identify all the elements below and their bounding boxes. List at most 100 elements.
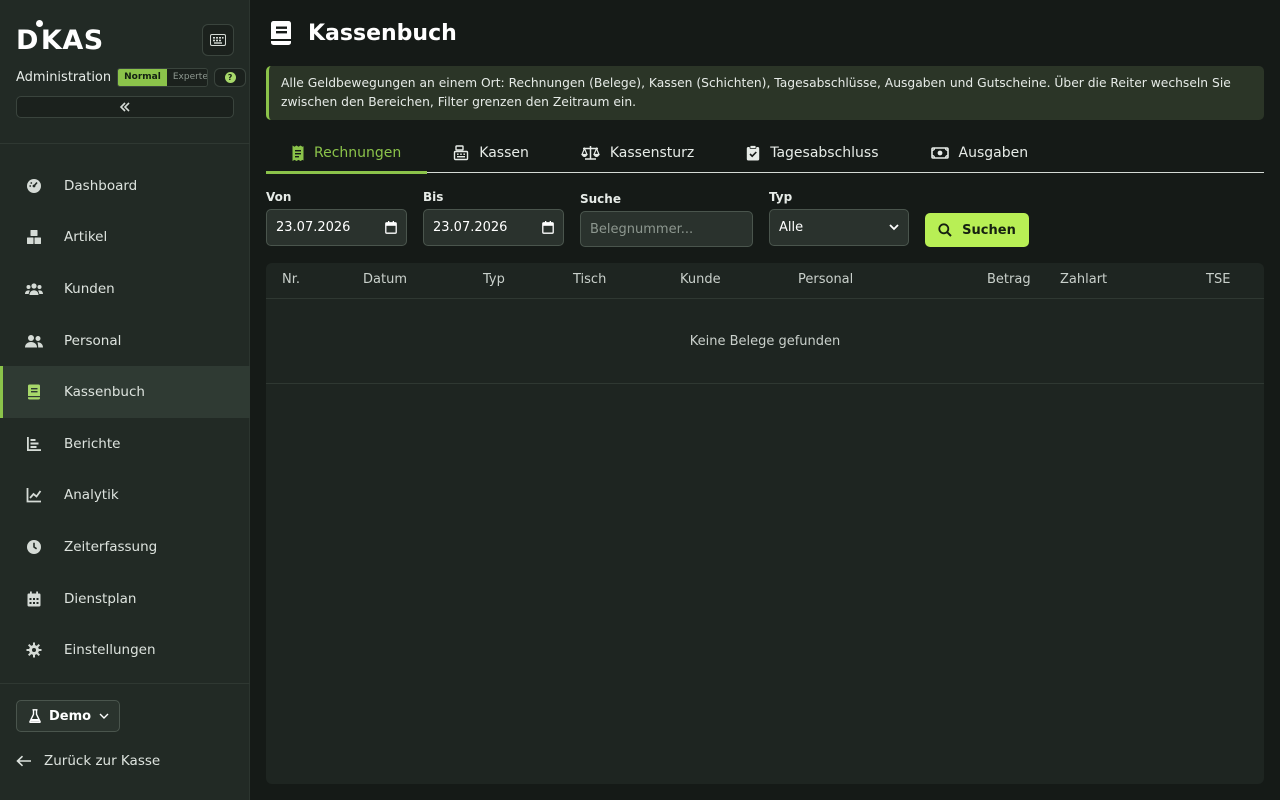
empty-state: Keine Belege gefunden	[266, 299, 1264, 384]
sidebar-item-dashboard[interactable]: Dashboard	[0, 160, 250, 212]
sidebar-item-label: Kassenbuch	[64, 384, 145, 401]
sidebar-item-personal[interactable]: Personal	[0, 315, 250, 367]
divider	[0, 683, 250, 684]
sidebar-item-kunden[interactable]: Kunden	[0, 263, 250, 315]
mode-expert-button[interactable]: Experte	[166, 68, 208, 86]
tab-ausgaben[interactable]: Ausgaben	[905, 133, 1055, 172]
tab-kassensturz[interactable]: Kassensturz	[555, 133, 720, 172]
demo-label: Demo	[49, 708, 92, 724]
clock-icon	[24, 537, 44, 557]
tab-rechnungen[interactable]: Rechnungen	[266, 133, 428, 174]
sidebar-item-analytik[interactable]: Analytik	[0, 470, 250, 522]
von-date-input[interactable]: 23.07.2026	[266, 209, 407, 246]
scale-icon	[580, 146, 600, 160]
column-header[interactable]: Tisch	[573, 263, 606, 299]
typ-select[interactable]: Alle	[769, 209, 909, 246]
tab-bar: Rechnungen Kassen Kassensturz Tagesabsch…	[266, 133, 1264, 174]
sidebar-nav: Dashboard Artikel Kunden Personal Kassen…	[0, 160, 250, 676]
sidebar-item-label: Einstellungen	[64, 642, 156, 659]
column-header[interactable]: Datum	[363, 263, 407, 299]
money-bill-icon	[930, 146, 949, 159]
typ-select-value: Alle	[779, 220, 804, 235]
sidebar-item-label: Analytik	[64, 487, 119, 504]
back-label: Zurück zur Kasse	[44, 753, 161, 769]
tab-label: Kassensturz	[609, 144, 695, 161]
receipts-table: Nr. Datum Typ Tisch Kunde Personal Betra…	[266, 263, 1264, 784]
sidebar-item-label: Artikel	[64, 229, 108, 246]
calendar-icon[interactable]	[542, 221, 554, 234]
bis-date-input[interactable]: 23.07.2026	[423, 209, 564, 246]
sidebar-item-berichte[interactable]: Berichte	[0, 418, 250, 470]
search-button[interactable]: Suchen	[925, 213, 1029, 247]
keyboard-button[interactable]	[202, 24, 234, 56]
sidebar-item-zeiterfassung[interactable]: Zeiterfassung	[0, 521, 250, 573]
back-to-register-link[interactable]: Zurück zur Kasse	[16, 750, 160, 772]
info-banner: Alle Geldbewegungen an einem Ort: Rechnu…	[266, 66, 1264, 120]
book-icon	[271, 21, 291, 45]
dashboard-icon	[24, 176, 44, 196]
flask-icon	[29, 709, 41, 723]
column-header[interactable]: TSE	[1206, 263, 1230, 299]
admin-row: Administration Normal Experte ?	[16, 67, 246, 87]
sidebar-item-dienstplan[interactable]: Dienstplan	[0, 573, 250, 625]
logo[interactable]: DKAS	[16, 20, 104, 58]
search-button-label: Suchen	[962, 222, 1016, 238]
bis-date-value: 23.07.2026	[433, 220, 508, 235]
von-date-value: 23.07.2026	[276, 220, 351, 235]
sidebar-item-label: Personal	[64, 332, 122, 349]
search-placeholder: Belegnummer...	[590, 221, 694, 237]
sidebar-item-label: Berichte	[64, 435, 121, 452]
column-header[interactable]: Kunde	[680, 263, 721, 299]
bar-chart-icon	[24, 434, 44, 454]
column-header[interactable]: Betrag	[987, 263, 1031, 299]
chevrons-left-icon	[119, 102, 130, 112]
boxes-icon	[24, 227, 44, 247]
sidebar: DKAS Administration Normal Experte ? Das…	[0, 0, 250, 800]
column-header[interactable]: Personal	[798, 263, 853, 299]
cash-register-icon	[454, 144, 469, 160]
receipt-icon	[292, 145, 304, 161]
collapse-sidebar-button[interactable]	[16, 96, 234, 118]
mode-normal-button[interactable]: Normal	[118, 68, 167, 86]
calendar-icon[interactable]	[385, 221, 397, 234]
tab-label: Tagesabschluss	[770, 144, 879, 161]
arrow-left-icon	[16, 755, 31, 767]
page-title: Kassenbuch	[308, 20, 457, 46]
admin-label: Administration	[16, 69, 112, 85]
keyboard-icon	[210, 34, 226, 46]
help-button[interactable]: ?	[214, 67, 246, 87]
tab-kassen[interactable]: Kassen	[427, 133, 555, 172]
sidebar-item-artikel[interactable]: Artikel	[0, 212, 250, 264]
von-label: Von	[266, 190, 292, 204]
line-chart-icon	[24, 485, 44, 505]
demo-dropdown[interactable]: Demo	[16, 700, 120, 732]
typ-label: Typ	[769, 190, 793, 204]
clipboard-check-icon	[747, 144, 760, 160]
page-header: Kassenbuch	[270, 18, 457, 48]
tab-label: Kassen	[479, 144, 529, 161]
sidebar-item-kassenbuch[interactable]: Kassenbuch	[0, 366, 250, 418]
search-input[interactable]: Belegnummer...	[580, 211, 753, 247]
calendar-icon	[24, 589, 44, 609]
column-header[interactable]: Typ	[483, 263, 505, 299]
book-icon	[24, 382, 44, 402]
table-header: Nr. Datum Typ Tisch Kunde Personal Betra…	[266, 263, 1264, 299]
column-header[interactable]: Zahlart	[1060, 263, 1107, 299]
mode-toggle[interactable]: Normal Experte	[117, 67, 209, 87]
help-icon: ?	[224, 71, 236, 83]
chevron-down-icon	[889, 224, 899, 231]
sidebar-item-label: Dienstplan	[64, 590, 137, 607]
sidebar-item-einstellungen[interactable]: Einstellungen	[0, 624, 250, 676]
sidebar-item-label: Dashboard	[64, 177, 138, 194]
suche-label: Suche	[580, 192, 621, 206]
tab-label: Rechnungen	[314, 144, 402, 161]
chevron-down-icon	[99, 713, 109, 719]
tab-label: Ausgaben	[958, 144, 1029, 161]
divider	[0, 143, 250, 144]
tab-tagesabschluss[interactable]: Tagesabschluss	[720, 133, 904, 172]
main-content: Kassenbuch Alle Geldbewegungen an einem …	[266, 0, 1264, 800]
sidebar-item-label: Kunden	[64, 280, 115, 297]
column-header[interactable]: Nr.	[282, 263, 300, 299]
gear-icon	[24, 640, 44, 660]
search-icon	[938, 223, 952, 237]
